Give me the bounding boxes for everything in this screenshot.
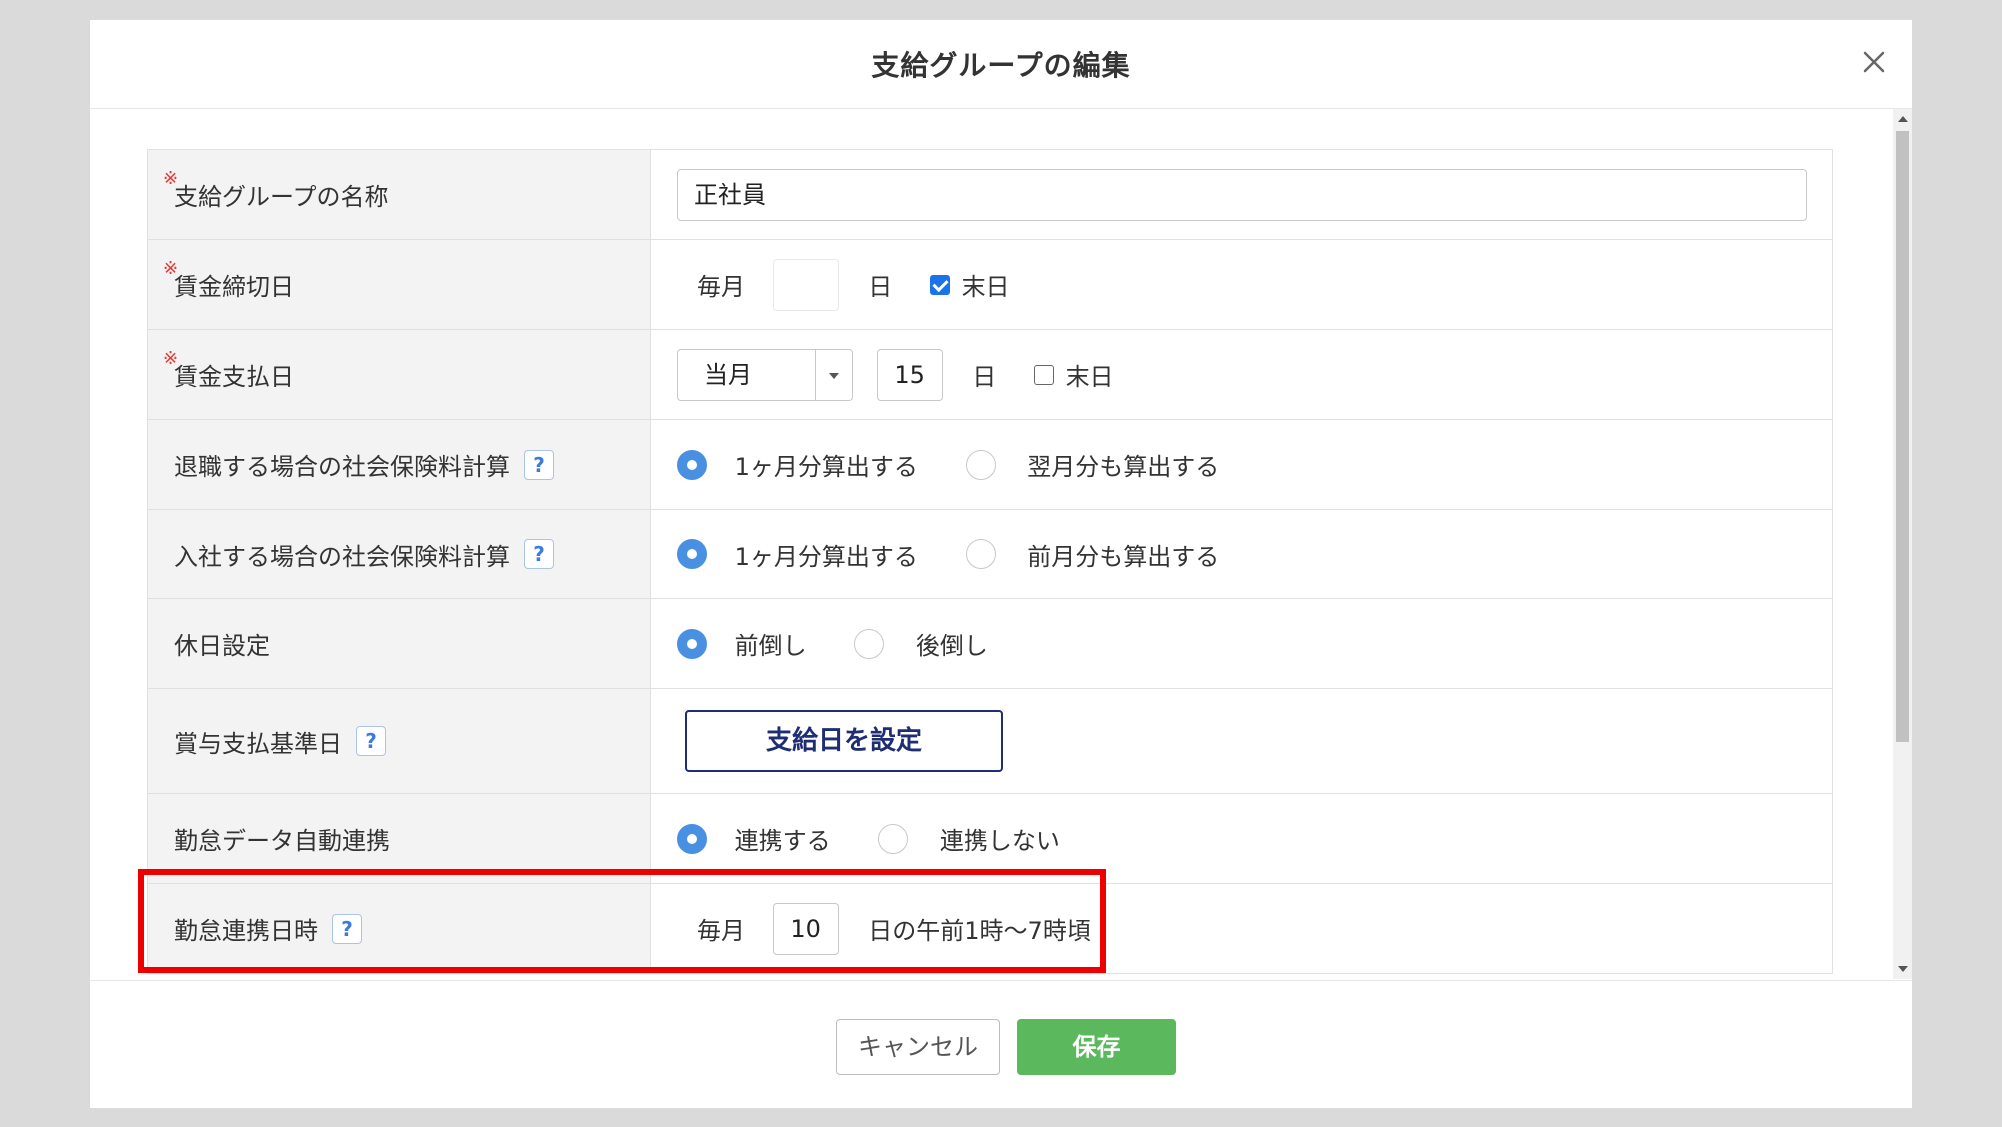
closing-day-input[interactable]: [772, 258, 839, 311]
group-name-label: 支給グループの名称: [174, 183, 389, 211]
group-name-value-cell: 正社員: [650, 149, 1833, 240]
group-name-label-cell: ※ 支給グループの名称: [147, 149, 651, 240]
payment-day-label-cell: ※ 賃金支払日: [147, 329, 651, 420]
payment-day-value-cell: 当月 15 日 末日: [650, 329, 1833, 420]
settings-form: ※ 支給グループの名称 正社員 ※ 賃金締切日 毎月 日 末日 ※ 賃金支払日 …: [147, 149, 1833, 974]
payment-end-of-month-checkbox[interactable]: [1033, 364, 1054, 385]
retire-option-1-label: 1ヶ月分算出する: [734, 453, 918, 481]
row-attendance-sync: 勤怠データ自動連携 連携する 連携しない: [147, 793, 1833, 884]
row-bonus-date: 賞与支払基準日? 支給日を設定: [147, 688, 1833, 794]
holiday-value-cell: 前倒し 後倒し: [650, 598, 1833, 689]
holiday-option-1-radio[interactable]: [677, 628, 707, 659]
select-divider: [815, 349, 816, 400]
holiday-label-cell: 休日設定: [147, 598, 651, 689]
sync-option-1-radio[interactable]: [677, 823, 707, 854]
scrollbar[interactable]: [1893, 109, 1912, 979]
sync-option-2-label: 連携しない: [939, 827, 1060, 855]
help-icon[interactable]: ?: [356, 726, 386, 756]
payment-day-label: 賃金支払日: [174, 363, 294, 391]
save-button[interactable]: 保存: [1017, 1019, 1176, 1075]
required-mark: ※: [163, 348, 179, 369]
row-holiday: 休日設定 前倒し 後倒し: [147, 598, 1833, 689]
help-icon[interactable]: ?: [524, 539, 554, 569]
join-insurance-value-cell: 1ヶ月分算出する 前月分も算出する: [650, 509, 1833, 599]
retire-option-1-radio[interactable]: [677, 449, 707, 480]
payment-month-select-value: 当月: [704, 360, 752, 389]
close-icon[interactable]: [1857, 45, 1891, 79]
closing-end-of-month-checkbox[interactable]: [929, 274, 950, 295]
retire-option-2-label: 翌月分も算出する: [1027, 453, 1220, 481]
holiday-option-1-label: 前倒し: [734, 632, 807, 660]
chevron-down-icon: [829, 372, 839, 379]
join-insurance-label: 入社する場合の社会保険料計算: [174, 542, 510, 571]
set-payment-date-button[interactable]: 支給日を設定: [685, 710, 1003, 772]
row-closing-day: ※ 賃金締切日 毎月 日 末日: [147, 239, 1833, 330]
attendance-sync-label: 勤怠データ自動連携: [174, 827, 390, 855]
holiday-label: 休日設定: [174, 632, 270, 660]
sync-day-input[interactable]: 10: [772, 902, 839, 955]
help-icon[interactable]: ?: [524, 449, 554, 480]
bonus-date-label-cell: 賞与支払基準日?: [147, 688, 651, 794]
scroll-thumb[interactable]: [1896, 131, 1909, 742]
closing-day-label: 賃金締切日: [174, 273, 294, 301]
retire-option-2-radio[interactable]: [965, 449, 996, 480]
dialog-footer: キャンセル 保存: [90, 980, 1912, 1108]
join-option-1-label: 1ヶ月分算出する: [734, 542, 918, 571]
closing-end-of-month-label: 末日: [961, 273, 1010, 301]
holiday-option-2-label: 後倒し: [915, 632, 988, 660]
edit-payment-group-dialog: 支給グループの編集 ※ 支給グループの名称 正社員 ※ 賃金締切日 毎月 日 末…: [90, 20, 1912, 1108]
closing-day-label-cell: ※ 賃金締切日: [147, 239, 651, 330]
holiday-option-2-radio[interactable]: [854, 628, 885, 659]
row-payment-day: ※ 賃金支払日 当月 15 日 末日: [147, 329, 1833, 420]
join-insurance-label-cell: 入社する場合の社会保険料計算?: [147, 509, 651, 599]
row-join-insurance: 入社する場合の社会保険料計算? 1ヶ月分算出する 前月分も算出する: [147, 509, 1833, 599]
payment-end-of-month-label: 末日: [1065, 363, 1114, 391]
sync-datetime-label: 勤怠連携日時: [174, 917, 318, 945]
payment-day-unit: 日: [972, 363, 997, 391]
attendance-sync-label-cell: 勤怠データ自動連携: [147, 793, 651, 884]
payment-month-select[interactable]: 当月: [677, 348, 853, 401]
cancel-button[interactable]: キャンセル: [836, 1019, 1000, 1075]
attendance-sync-value-cell: 連携する 連携しない: [650, 793, 1833, 884]
retire-insurance-label: 退職する場合の社会保険料計算: [174, 453, 510, 481]
retire-insurance-label-cell: 退職する場合の社会保険料計算?: [147, 419, 651, 510]
retire-insurance-value-cell: 1ヶ月分算出する 翌月分も算出する: [650, 419, 1833, 510]
sync-datetime-prefix: 毎月: [697, 917, 745, 945]
scroll-up-icon[interactable]: [1898, 116, 1908, 122]
required-mark: ※: [163, 168, 179, 189]
dialog-header: 支給グループの編集: [90, 20, 1912, 109]
sync-option-1-label: 連携する: [734, 827, 831, 855]
join-option-2-label: 前月分も算出する: [1027, 542, 1220, 571]
bonus-date-value-cell: 支給日を設定: [650, 688, 1833, 794]
dialog-body: ※ 支給グループの名称 正社員 ※ 賃金締切日 毎月 日 末日 ※ 賃金支払日 …: [90, 109, 1912, 979]
join-option-2-radio[interactable]: [965, 539, 996, 569]
row-retire-insurance: 退職する場合の社会保険料計算? 1ヶ月分算出する 翌月分も算出する: [147, 419, 1833, 510]
sync-option-2-radio[interactable]: [878, 823, 909, 854]
row-group-name: ※ 支給グループの名称 正社員: [147, 149, 1833, 240]
closing-day-unit: 日: [868, 273, 893, 301]
required-mark: ※: [163, 258, 179, 279]
sync-datetime-label-cell: 勤怠連携日時?: [147, 883, 651, 974]
join-option-1-radio[interactable]: [677, 539, 707, 569]
group-name-input[interactable]: 正社員: [677, 168, 1807, 221]
bonus-date-label: 賞与支払基準日: [174, 729, 342, 758]
payment-day-input[interactable]: 15: [876, 348, 943, 401]
help-icon[interactable]: ?: [332, 913, 362, 944]
scroll-down-icon[interactable]: [1898, 966, 1908, 972]
closing-day-value-cell: 毎月 日 末日: [650, 239, 1833, 330]
sync-datetime-suffix: 日の午前1時〜7時頃: [868, 917, 1091, 945]
row-sync-datetime: 勤怠連携日時? 毎月 10 日の午前1時〜7時頃: [147, 883, 1833, 974]
closing-day-prefix: 毎月: [697, 273, 745, 301]
sync-datetime-value-cell: 毎月 10 日の午前1時〜7時頃: [650, 883, 1833, 974]
dialog-title: 支給グループの編集: [871, 49, 1131, 82]
